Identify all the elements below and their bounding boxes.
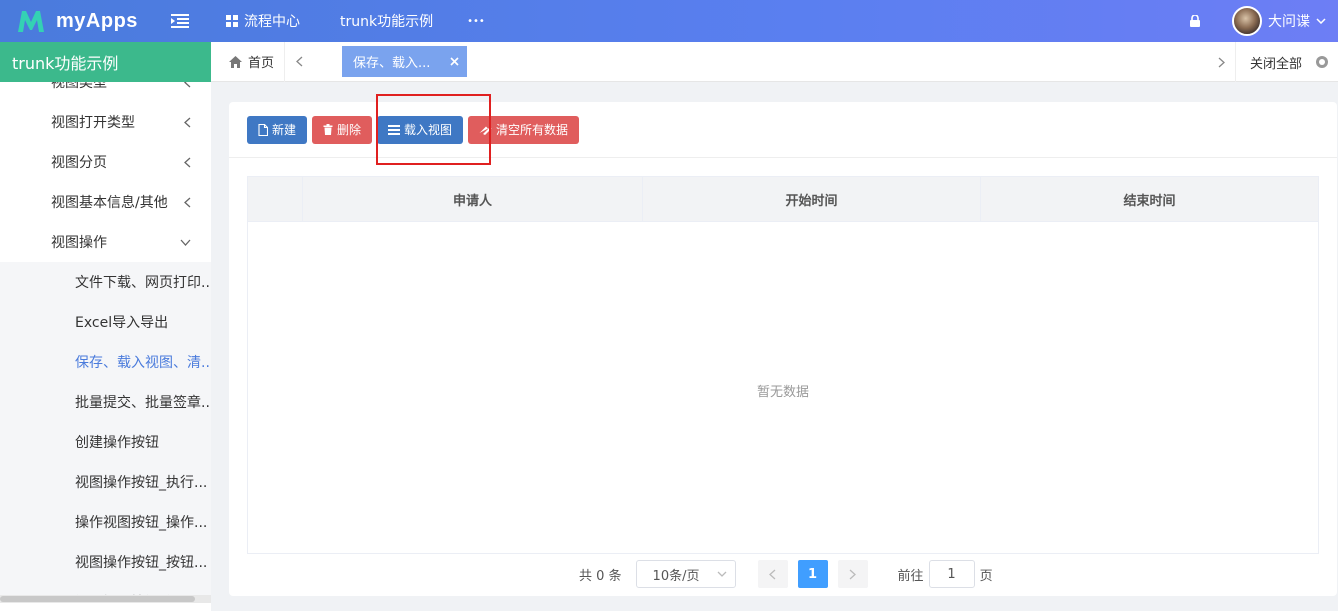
sidebar-subitem[interactable]: Excel导入导出: [0, 302, 211, 342]
tab-active-label: 保存、载入...: [353, 56, 431, 71]
chevron-down-icon[interactable]: [1316, 18, 1326, 24]
sidebar-subitem[interactable]: 操作视图按钮_操作...: [0, 502, 211, 542]
tab-scroll-left-button[interactable]: [285, 42, 313, 82]
menu-toggle-icon[interactable]: [160, 14, 200, 28]
chevron-left-icon: [184, 197, 191, 207]
data-table: 申请人 开始时间 结束时间 暂无数据: [247, 176, 1319, 554]
column-header-select[interactable]: [248, 177, 303, 221]
top-navbar: myApps 流程中心 trunk功能示例 ••• 大问谍: [0, 0, 1338, 42]
load-view-button[interactable]: 载入视图: [377, 115, 464, 144]
chevron-left-icon: [184, 82, 191, 87]
content-card: 新建 删除 载入视图 清空所有数据 申请人 开始时间 结束时间 暂无数据 共 0…: [229, 94, 1337, 596]
sidebar-horizontal-scrollbar[interactable]: [0, 595, 211, 603]
lock-icon[interactable]: [1190, 15, 1200, 27]
sidebar-item-label: 视图操作: [51, 235, 107, 251]
chevron-down-icon: [717, 571, 727, 577]
page-size-select[interactable]: 10条/页: [635, 560, 736, 588]
chevron-left-icon: [769, 569, 776, 579]
avatar[interactable]: [1232, 6, 1262, 36]
sidebar-subitem[interactable]: 文件下载、网页打印...: [0, 262, 211, 302]
sidebar-item-view-basic-info[interactable]: 视图基本信息/其他: [0, 182, 211, 222]
goto-page: 前往 页: [898, 560, 993, 588]
sidebar-subitem[interactable]: 视图操作按钮_按钮...: [0, 542, 211, 582]
file-icon: [258, 123, 268, 136]
settings-dot-icon: [1316, 56, 1328, 68]
app-name: myApps: [56, 9, 138, 32]
sidebar-subitem[interactable]: 创建操作按钮: [0, 422, 211, 462]
goto-label: 前往: [897, 568, 924, 584]
nav-more-button[interactable]: •••: [467, 16, 485, 27]
column-header-start-time[interactable]: 开始时间: [643, 177, 981, 221]
sidebar-item-label: 视图打开类型: [51, 115, 135, 131]
table-header: 申请人 开始时间 结束时间: [248, 177, 1318, 222]
sidebar-item-label: 视图分页: [51, 155, 107, 171]
sidebar-subitem[interactable]: 视图操作按钮_执行...: [0, 462, 211, 502]
goto-page-input[interactable]: [928, 560, 975, 588]
sidebar-item-view-type[interactable]: 视图类型: [0, 82, 211, 102]
logo-icon: [18, 11, 44, 32]
delete-button-label: 删除: [337, 123, 362, 137]
username[interactable]: 大问谍: [1268, 11, 1310, 31]
toolbar: 新建 删除 载入视图 清空所有数据: [229, 94, 1337, 165]
tab-home-label: 首页: [248, 56, 275, 71]
sidebar-item-view-open-type[interactable]: 视图打开类型: [0, 102, 211, 142]
eraser-icon: [479, 126, 492, 135]
tab-scroll-right-button[interactable]: [1208, 42, 1236, 82]
sidebar-title: trunk功能示例: [0, 42, 211, 82]
close-all-tabs-button[interactable]: 关闭全部: [1236, 53, 1338, 72]
chevron-left-icon: [184, 157, 191, 167]
sidebar: trunk功能示例 视图类型 视图打开类型 视图分页 视图基本信息/其他 视图操…: [0, 42, 211, 611]
more-icon: •••: [467, 15, 485, 27]
chevron-right-icon: [849, 569, 857, 579]
sidebar-item-label: 视图类型: [51, 82, 107, 91]
sidebar-subitem[interactable]: 批量提交、批量签章...: [0, 382, 211, 422]
home-icon: [229, 55, 242, 68]
tab-active[interactable]: 保存、载入...: [342, 46, 467, 77]
nav-process-center-label: 流程中心: [244, 14, 300, 30]
chevron-left-icon: [184, 117, 191, 127]
app-logo[interactable]: myApps: [0, 8, 160, 34]
nav-process-center[interactable]: 流程中心: [226, 11, 300, 31]
total-count: 共 0 条: [579, 568, 622, 584]
page-number-current[interactable]: 1: [797, 560, 828, 588]
pagination: 共 0 条 10条/页 1 前往 页: [579, 560, 993, 588]
tabs-bar: 首页 保存、载入... 关闭全部: [211, 41, 1338, 82]
tab-home[interactable]: 首页: [211, 41, 286, 82]
page-size-value: 10条/页: [652, 568, 700, 584]
next-page-button[interactable]: [837, 560, 868, 588]
nav-trunk-demo[interactable]: trunk功能示例: [340, 11, 433, 31]
grid-icon: [226, 15, 238, 27]
clear-all-data-button-label: 清空所有数据: [496, 123, 569, 137]
sidebar-item-view-operation[interactable]: 视图操作: [0, 222, 211, 262]
chevron-right-icon: [1218, 57, 1225, 67]
sidebar-item-view-paging[interactable]: 视图分页: [0, 142, 211, 182]
new-button-label: 新建: [272, 123, 297, 137]
empty-state-text: 暂无数据: [756, 385, 809, 400]
close-all-label: 关闭全部: [1249, 56, 1302, 72]
clear-all-data-button[interactable]: 清空所有数据: [468, 115, 580, 144]
list-icon: [388, 124, 401, 135]
column-header-applicant[interactable]: 申请人: [303, 177, 643, 221]
sidebar-item-label: 视图基本信息/其他: [51, 195, 168, 211]
prev-page-button[interactable]: [757, 560, 788, 588]
chevron-left-icon: [295, 56, 302, 67]
column-header-end-time[interactable]: 结束时间: [981, 177, 1318, 221]
sidebar-subitem-active[interactable]: 保存、载入视图、清...: [0, 342, 211, 382]
load-view-button-label: 载入视图: [404, 123, 453, 137]
new-button[interactable]: 新建: [247, 115, 308, 144]
page-suffix: 页: [979, 568, 993, 584]
trash-icon: [323, 124, 333, 135]
chevron-down-icon: [180, 239, 191, 246]
close-icon[interactable]: [450, 57, 459, 66]
nav-trunk-demo-label: trunk功能示例: [340, 14, 434, 30]
delete-button[interactable]: 删除: [312, 115, 373, 144]
